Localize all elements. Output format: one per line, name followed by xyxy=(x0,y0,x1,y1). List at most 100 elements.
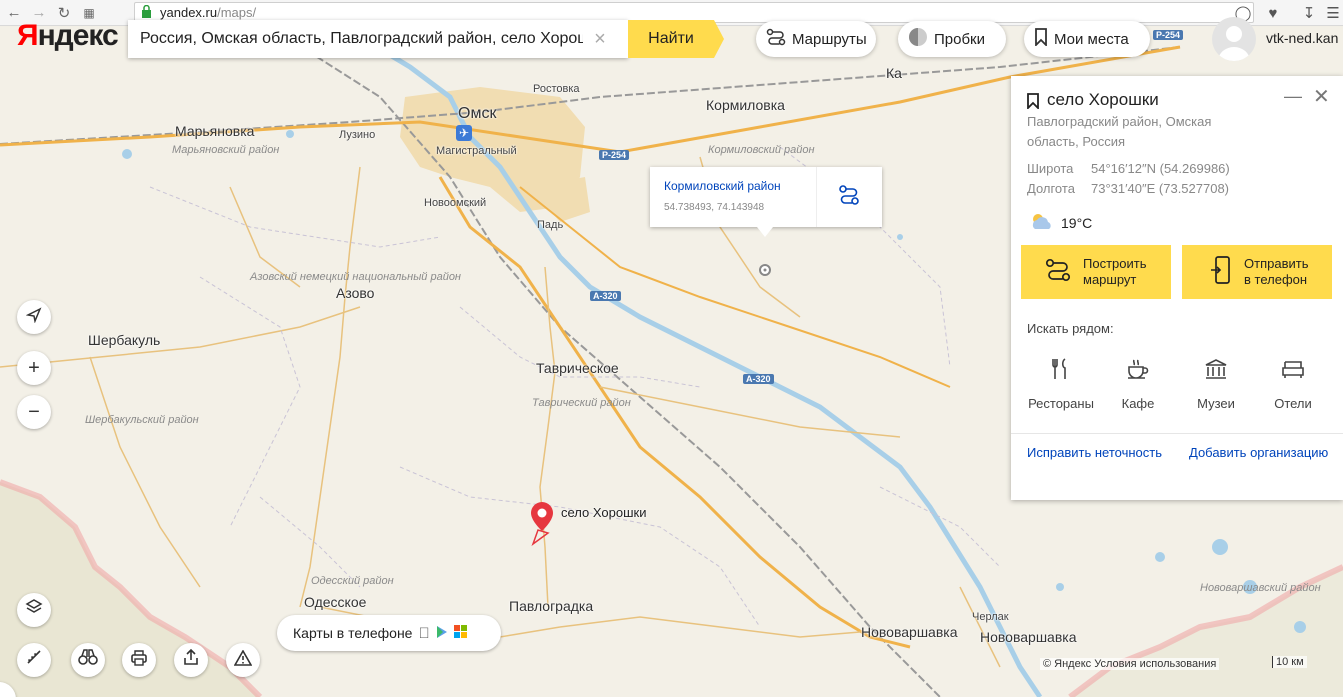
popup-title-link[interactable]: Кормиловский район xyxy=(664,179,781,193)
windows-icon[interactable] xyxy=(453,625,467,641)
nearby-cafes[interactable]: Кафе xyxy=(1100,354,1176,411)
map-district-kormilovsky: Кормиловский район xyxy=(708,144,815,156)
card-title: село Хорошки xyxy=(1047,90,1159,109)
map-label-rostovka: Ростовка xyxy=(533,83,580,95)
popup-coords: 54.738493, 74.143948 xyxy=(664,202,765,213)
nearby-hotels[interactable]: Отели xyxy=(1255,354,1331,411)
geolocation-button[interactable] xyxy=(17,300,51,334)
ruler-button[interactable] xyxy=(17,643,51,677)
bed-icon xyxy=(1255,354,1331,384)
map-label-odesskoe: Одесское xyxy=(304,594,367,610)
menu-icon[interactable]: ☰ xyxy=(1322,2,1343,24)
layers-icon xyxy=(25,598,43,622)
search-button[interactable]: Найти xyxy=(628,20,724,58)
google-play-icon[interactable] xyxy=(436,625,448,642)
report-problem-button[interactable] xyxy=(226,643,260,677)
map-label-novoomsky: Новоомский xyxy=(424,197,487,209)
search-box[interactable]: Россия, Омская область, Павлоградский ра… xyxy=(128,20,628,58)
layers-button[interactable] xyxy=(17,593,51,627)
close-icon[interactable]: ✕ xyxy=(1313,84,1330,109)
coffee-cup-icon xyxy=(1100,354,1176,384)
print-button[interactable] xyxy=(122,643,156,677)
send-to-phone-label: Отправить в телефон xyxy=(1244,256,1309,287)
plus-icon: + xyxy=(28,356,40,379)
museum-icon xyxy=(1178,354,1254,384)
printer-icon xyxy=(130,649,148,672)
traffic-label: Пробки xyxy=(934,30,985,48)
road-shield: Р-254 xyxy=(599,150,630,160)
map-district-maryanovsky: Марьяновский район xyxy=(172,144,280,156)
map-label-ka: Ка xyxy=(886,65,902,81)
map-label-pad: Падь xyxy=(537,219,564,231)
longitude-value: 73°31′40″E (73.527708) xyxy=(1091,181,1230,196)
nearby-museums[interactable]: Музеи xyxy=(1178,354,1254,411)
map-label-luzino: Лузино xyxy=(339,129,376,141)
route-icon xyxy=(1045,258,1071,286)
download-icon[interactable]: ↧ xyxy=(1298,2,1320,24)
zoom-out-button[interactable]: − xyxy=(17,395,51,429)
report-error-link[interactable]: Исправить неточность xyxy=(1027,445,1162,460)
zoom-in-button[interactable]: + xyxy=(17,351,51,385)
map-label-magistralny: Магистральный xyxy=(436,145,517,157)
routes-button[interactable]: Маршруты xyxy=(756,21,876,57)
ruler-icon xyxy=(25,648,43,672)
url-host: yandex.ru xyxy=(160,5,218,20)
map-label-cherlak: Нововаршавка xyxy=(980,629,1077,645)
maps-for-phone-banner[interactable]: Карты в телефоне  xyxy=(277,615,501,651)
map-label-novovarshavka-2: Черлак xyxy=(972,611,1009,623)
location-arrow-icon xyxy=(25,306,42,329)
search-input[interactable]: Россия, Омская область, Павлоградский ра… xyxy=(128,30,583,48)
share-icon xyxy=(183,648,199,672)
map-scale: 10 км xyxy=(1272,656,1307,668)
route-icon xyxy=(838,184,860,211)
send-to-phone-button[interactable]: Отправить в телефон xyxy=(1182,245,1332,299)
build-route-label: Построить маршрут xyxy=(1083,256,1147,287)
map-district-sherbakulsky: Шербакульский район xyxy=(85,414,199,426)
map-label-maryanovka: Марьяновка xyxy=(175,123,255,139)
lock-icon xyxy=(141,4,152,21)
traffic-button[interactable]: Пробки xyxy=(898,21,1006,57)
map-label-kormilovka: Кормиловка xyxy=(706,97,785,113)
map-district-azovsky: Азовский немецкий национальный район xyxy=(250,271,461,283)
apple-icon[interactable]:  xyxy=(418,625,429,642)
place-card: село Хорошки — ✕ Павлоградский район, Ом… xyxy=(1011,76,1343,500)
avatar[interactable] xyxy=(1212,17,1256,61)
bookmark-icon xyxy=(1034,28,1048,50)
minimize-icon[interactable]: — xyxy=(1284,86,1302,107)
map-district-tavrichesky: Таврический район xyxy=(532,397,631,409)
road-shield: А-320 xyxy=(743,374,774,384)
map-label-novovarshavka: Нововаршавка xyxy=(861,624,958,640)
panorama-button[interactable] xyxy=(71,643,105,677)
binoculars-icon xyxy=(78,648,98,672)
longitude-row: Долгота 73°31′40″E (73.527708) xyxy=(1027,181,1229,196)
build-route-button[interactable]: Построить маршрут xyxy=(1021,245,1171,299)
clear-icon[interactable]: × xyxy=(583,28,617,51)
bookmark-icon[interactable] xyxy=(1027,93,1039,114)
traffic-icon xyxy=(908,27,928,51)
yandex-logo[interactable]: Яндекс xyxy=(17,19,119,53)
username[interactable]: vtk-ned.kan xyxy=(1266,30,1338,46)
nearby-restaurants[interactable]: Рестораны xyxy=(1023,354,1099,411)
url-path: /maps/ xyxy=(217,5,257,20)
map-label-omsk: Омск xyxy=(458,105,497,122)
routes-label: Маршруты xyxy=(792,30,867,48)
my-places-button[interactable]: Мои места xyxy=(1024,21,1150,57)
cloud-sun-icon xyxy=(1029,212,1055,233)
location-pin-icon[interactable] xyxy=(528,500,558,551)
weather: 19°C xyxy=(1029,212,1092,233)
latitude-label: Широта xyxy=(1027,161,1074,176)
share-button[interactable] xyxy=(174,643,208,677)
warning-icon xyxy=(233,648,253,672)
longitude-label: Долгота xyxy=(1027,181,1075,196)
map-label-pavlogradka: Павлоградка xyxy=(509,598,594,614)
heart-icon[interactable]: ♥ xyxy=(1262,2,1284,24)
popup-route-button[interactable] xyxy=(816,167,882,227)
copyright-footer[interactable]: © Яндекс Условия использования xyxy=(1040,658,1220,670)
map-popup: Кормиловский район 54.738493, 74.143948 xyxy=(650,167,882,227)
phone-icon xyxy=(1210,255,1232,289)
latitude-value: 54°16′12″N (54.269986) xyxy=(1091,161,1230,176)
airport-icon: ✈ xyxy=(456,125,472,141)
map-district-odessky: Одесский район xyxy=(311,575,394,587)
add-organization-link[interactable]: Добавить организацию xyxy=(1189,445,1328,460)
minus-icon: − xyxy=(28,400,40,423)
